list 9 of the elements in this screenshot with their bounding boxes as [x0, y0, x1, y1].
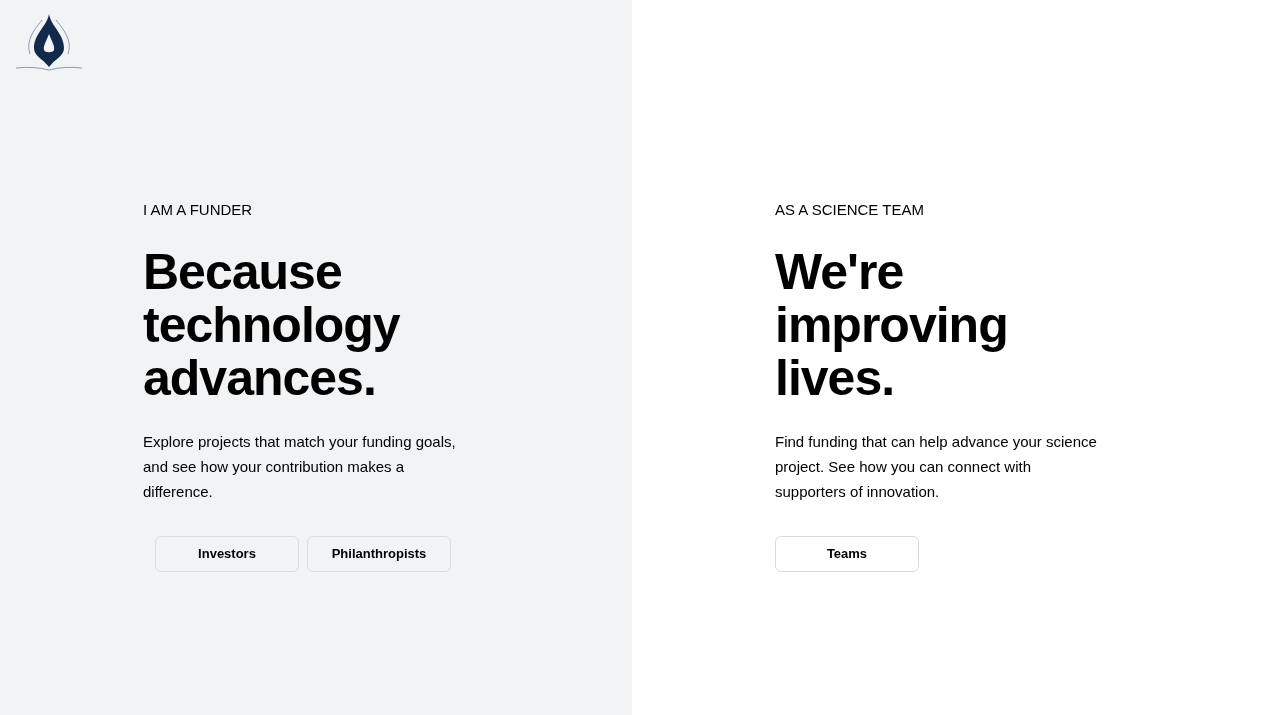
- audience-button[interactable]: Philanthropists: [307, 535, 451, 572]
- eyebrow-label: AS A SCIENCE TEAM: [775, 199, 924, 220]
- eyebrow-label: I AM A FUNDER: [143, 199, 253, 220]
- headline: We're improving lives.: [775, 245, 1008, 405]
- description: Explore projects that match your funding goals, and see how your contribution makes a difference.: [143, 431, 457, 502]
- audience-button[interactable]: Investors: [155, 535, 299, 572]
- description: Find funding that can help advance your science project. See how you can connect with supporters of innovation.: [775, 431, 1098, 502]
- headline: Because technology advances.: [143, 245, 400, 405]
- audience-button[interactable]: Teams: [775, 535, 919, 572]
